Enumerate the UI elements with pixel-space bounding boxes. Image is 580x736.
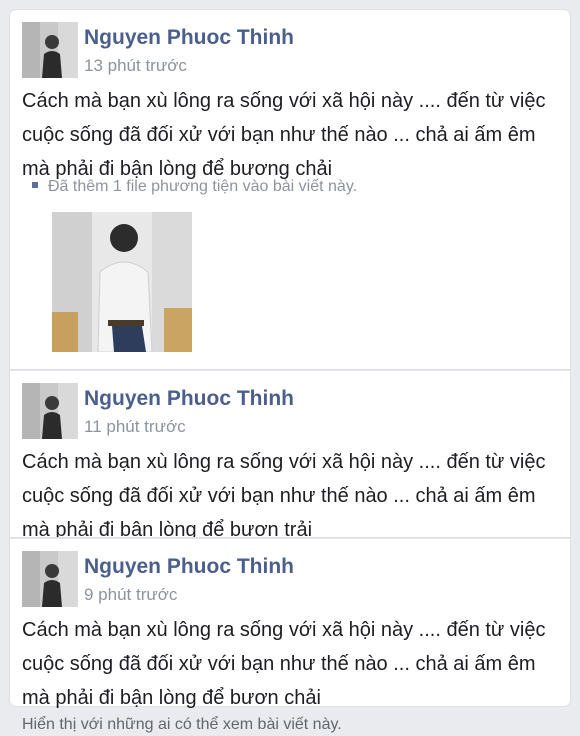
- author-name[interactable]: Nguyen Phuoc Thinh: [84, 26, 294, 50]
- attachment-note: Đã thêm 1 file phương tiện vào bài viết …: [32, 178, 357, 196]
- post-photo[interactable]: [52, 212, 192, 352]
- post-timestamp[interactable]: 13 phút trước: [84, 56, 187, 76]
- avatar[interactable]: [22, 551, 78, 607]
- post-timestamp[interactable]: 9 phút trước: [84, 585, 177, 605]
- avatar[interactable]: [22, 22, 78, 78]
- post-timestamp[interactable]: 11 phút trước: [84, 417, 186, 437]
- photo-image: [52, 212, 192, 352]
- avatar-image: [22, 383, 78, 439]
- post-card: Nguyen Phuoc Thinh 11 phút trước Cách mà…: [10, 370, 570, 541]
- post-card: Nguyen Phuoc Thinh 13 phút trước Cách mà…: [10, 10, 570, 370]
- post-card: Nguyen Phuoc Thinh 9 phút trước Cách mà …: [10, 538, 570, 709]
- avatar[interactable]: [22, 383, 78, 439]
- avatar-image: [22, 22, 78, 78]
- author-name[interactable]: Nguyen Phuoc Thinh: [84, 555, 294, 579]
- post-text: Cách mà bạn xù lông ra sống với xã hội n…: [22, 90, 546, 180]
- post-text: Cách mà bạn xù lông ra sống với xã hội n…: [22, 619, 546, 709]
- visibility-note: Hiển thị với những ai có thể xem bài viế…: [22, 716, 342, 733]
- post-text: Cách mà bạn xù lông ra sống với xã hội n…: [22, 451, 546, 541]
- avatar-image: [22, 551, 78, 607]
- attachment-note-text: Đã thêm 1 file phương tiện vào bài viết …: [48, 178, 358, 195]
- author-name[interactable]: Nguyen Phuoc Thinh: [84, 387, 294, 411]
- bullet-icon: [32, 181, 38, 188]
